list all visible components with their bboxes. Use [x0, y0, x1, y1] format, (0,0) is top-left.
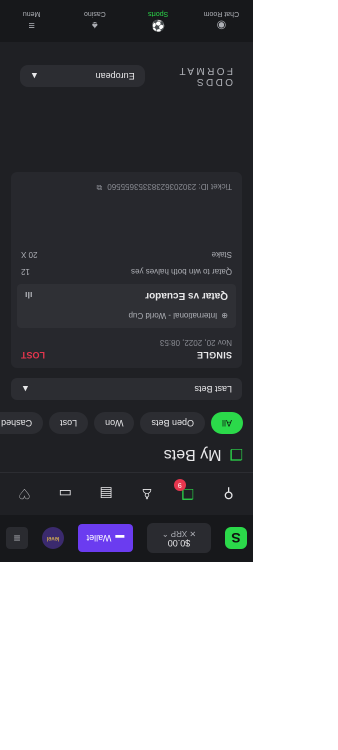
wallet-button[interactable]: ▬ Wallet: [78, 524, 133, 553]
favorites-icon[interactable]: ♡: [12, 482, 36, 506]
competition-name: International - World Cup: [128, 311, 218, 320]
filter-lost[interactable]: Lost: [49, 412, 89, 434]
bet-card-header: SINGLE LOST: [21, 350, 232, 360]
avatar[interactable]: level: [42, 527, 64, 550]
nav-menu[interactable]: ≡ Menu: [2, 11, 62, 32]
app-screen: S $0.00 ✕ XRP ⌃ ▬ Wallet level ≡ ⚲ ❐ 9 ♙ …: [0, 0, 253, 562]
brand-logo-icon[interactable]: S: [225, 527, 247, 550]
bet-type: SINGLE: [196, 350, 232, 360]
live-icon[interactable]: ▭: [53, 482, 77, 506]
wallet-label: Wallet: [86, 533, 112, 544]
caret-down-icon: ▲: [21, 384, 30, 394]
odds-format-value: European: [95, 71, 135, 81]
hamburger-menu-icon[interactable]: ≡: [6, 527, 28, 550]
ticket-row: Ticket ID: 23020362383353655560 ⧉: [21, 182, 232, 193]
nav-label: Menu: [22, 10, 41, 18]
nav-label: Chat Room: [203, 10, 240, 17]
page-title: My Bets: [163, 446, 222, 463]
globe-icon: ⊕: [221, 311, 228, 320]
bottom-navigation: ◉ Chat Room ⚽ Sports ♠ Casino ≡ Menu: [0, 0, 253, 42]
bet-date: Nov 20, 2022, 08:53: [159, 338, 232, 347]
dropdown-value: Last Bets: [194, 384, 232, 394]
stake-value: 20 X: [21, 250, 38, 259]
selection-line: Qatar to win both halves yes 12: [21, 267, 232, 276]
ticket-id: Ticket ID: 23020362383353655560: [107, 182, 232, 192]
stake-label: Stake: [211, 250, 232, 259]
soccer-icon: ⚽: [151, 19, 165, 31]
nav-chat-room[interactable]: ◉ Chat Room: [191, 10, 251, 32]
selection-name: Qatar to win both halves yes: [131, 267, 232, 276]
selection-odds: 12: [21, 267, 30, 276]
odds-format-select[interactable]: European ▲: [20, 65, 145, 87]
my-bets-heading-icon: ❐: [229, 445, 243, 462]
search-icon[interactable]: ⚲: [217, 482, 241, 506]
filter-all[interactable]: All: [210, 412, 243, 434]
wallet-icon: ▬: [115, 533, 125, 544]
avatar-text: level: [46, 535, 60, 542]
bet-filters: All Open Bets Won Lost Cashed Out: [0, 410, 253, 436]
stats-icon[interactable]: ılı: [25, 291, 33, 301]
chat-icon: ◉: [216, 19, 227, 31]
volleyball-icon[interactable]: ♙: [135, 482, 159, 506]
copy-icon[interactable]: ⧉: [97, 182, 103, 192]
my-bets-icon[interactable]: ❐ 9: [173, 479, 200, 506]
competition-row: ⊕ International - World Cup: [25, 311, 229, 320]
stake-line: Stake 20 X: [21, 250, 232, 259]
scoreboard-icon[interactable]: ▤: [94, 482, 118, 506]
top-bar: S $0.00 ✕ XRP ⌃ ▬ Wallet level ≡: [0, 515, 253, 562]
menu-icon: ≡: [28, 19, 35, 32]
bet-card[interactable]: SINGLE LOST Nov 20, 2022, 08:53 ⊕ Intern…: [11, 172, 242, 368]
page-heading: ❐ My Bets: [0, 436, 253, 472]
filter-cashed-out[interactable]: Cashed Out: [0, 412, 44, 434]
balance-selector[interactable]: $0.00 ✕ XRP ⌃: [147, 523, 211, 554]
caret-icon: ▲: [30, 71, 39, 81]
casino-icon: ♠: [91, 19, 98, 32]
bet-selection: ⊕ International - World Cup Qatar vs Ecu…: [17, 284, 236, 328]
quick-actions-bar: ⚲ ❐ 9 ♙ ▤ ▭ ♡: [0, 472, 253, 515]
filter-won[interactable]: Won: [94, 412, 135, 434]
balance-currency: ✕ XRP ⌃: [161, 529, 197, 538]
currency-label: XRP: [170, 529, 188, 538]
odds-format-row: ODDS FORMAT European ▲: [0, 65, 253, 87]
nav-casino[interactable]: ♠ Casino: [65, 11, 125, 32]
bet-status-badge: LOST: [21, 350, 45, 360]
odds-format-label: ODDS FORMAT: [177, 65, 233, 87]
bets-period-dropdown[interactable]: Last Bets ▲: [11, 378, 242, 400]
nav-label: Sports: [148, 10, 169, 17]
nav-label: Casino: [83, 10, 106, 18]
notification-badge: 9: [173, 479, 186, 491]
nav-sports[interactable]: ⚽ Sports: [128, 10, 188, 32]
balance-amount: $0.00: [167, 538, 191, 548]
filter-open-bets[interactable]: Open Bets: [140, 412, 205, 434]
match-row: Qatar vs Ecuador ılı: [25, 290, 228, 301]
match-name: Qatar vs Ecuador: [145, 290, 228, 301]
